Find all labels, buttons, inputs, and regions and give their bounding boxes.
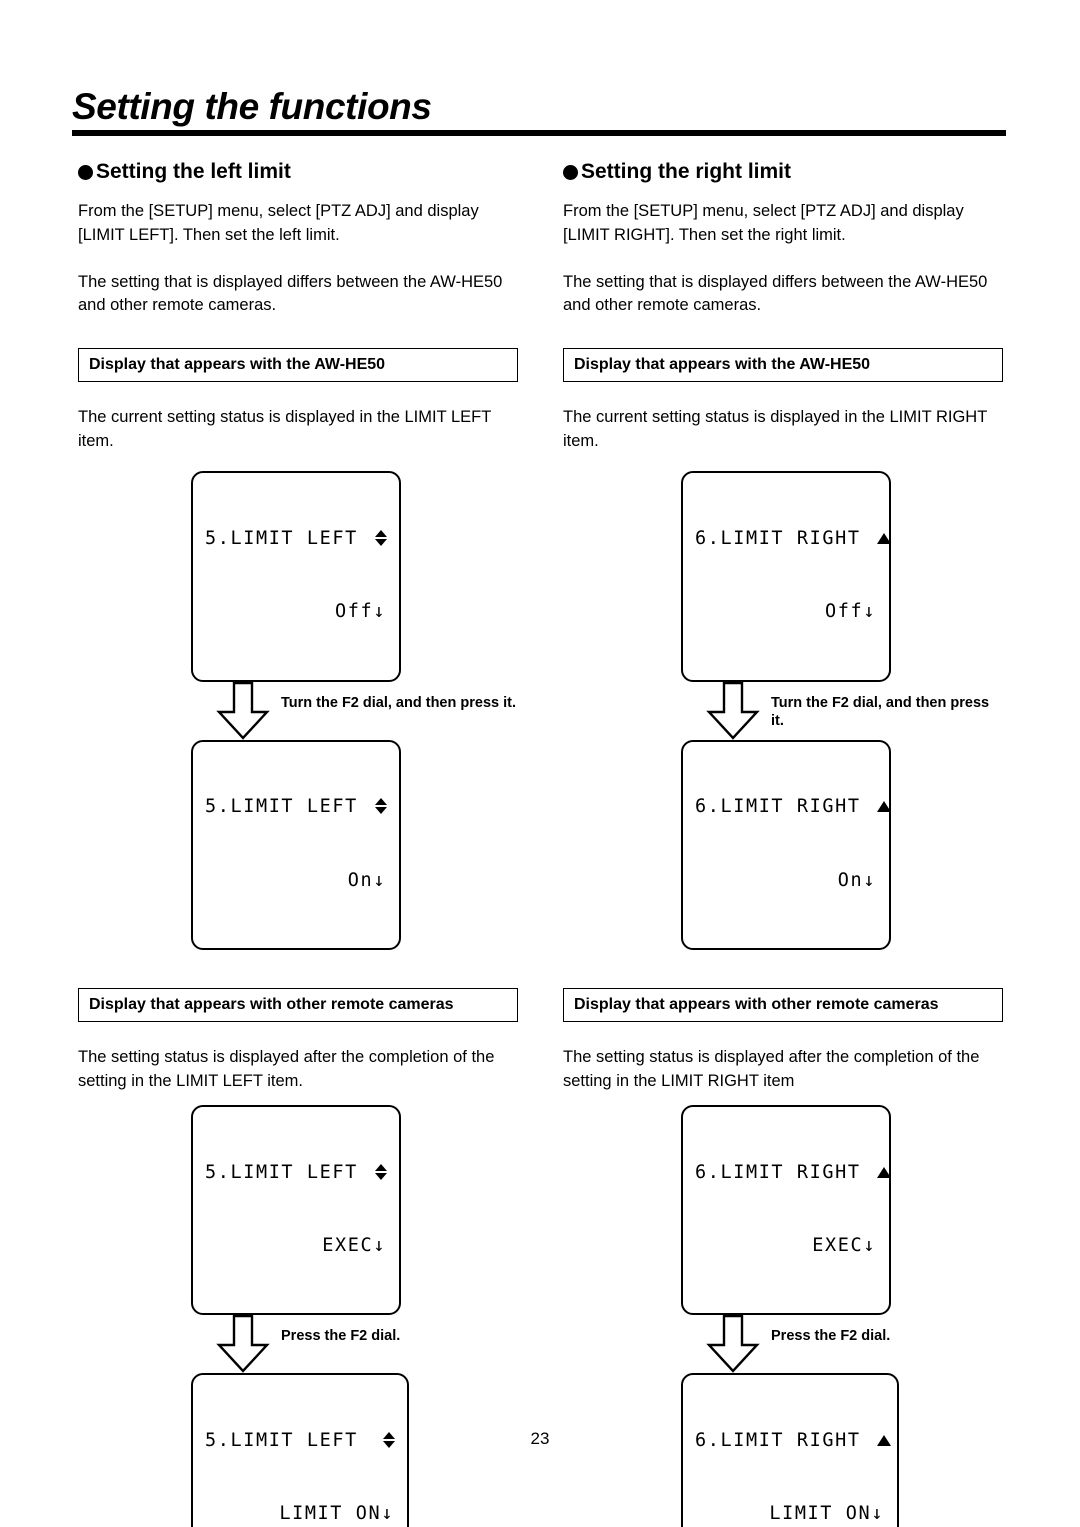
down-arrow-icon [706, 1315, 760, 1374]
page-title: Setting the functions [72, 86, 432, 127]
left-intro-paragraph: From the [SETUP] menu, select [PTZ ADJ] … [78, 202, 479, 244]
bullet-dot-icon [563, 165, 578, 180]
up-down-triangle-icon [359, 797, 387, 818]
lcd-label: 5.LIMIT LEFT [205, 1162, 358, 1184]
section-heading-left-limit-label: Setting the left limit [96, 160, 291, 183]
left-he50-box-heading: Display that appears with the AW-HE50 [78, 347, 518, 383]
left-he50-description: The current setting status is displayed … [78, 408, 491, 450]
lcd-value: LIMIT ON↓ [279, 1503, 394, 1525]
up-triangle-icon [861, 532, 891, 547]
left-column: Setting the left limit From the [SETUP] … [78, 160, 520, 1527]
left-other-box-heading: Display that appears with other remote c… [78, 987, 518, 1023]
lcd-label: 5.LIMIT LEFT [205, 796, 358, 818]
right-he50-lcd-group: 6.LIMIT RIGHT Off↓ Turn the F2 dial, and… [681, 471, 1005, 950]
section-heading-right-limit-label: Setting the right limit [581, 160, 791, 183]
up-triangle-icon [861, 1166, 891, 1181]
left-other-transition: Press the F2 dial. [191, 1315, 520, 1374]
manual-page: Setting the functions Setting the left l… [0, 0, 1080, 1527]
left-he50-transition: Turn the F2 dial, and then press it. [191, 681, 520, 740]
page-number: 23 [530, 1429, 550, 1448]
left-he50-lcd-group: 5.LIMIT LEFT Off↓ Turn the F2 dial, and … [191, 471, 520, 950]
lcd-panel-limit-right-exec: 6.LIMIT RIGHT EXEC↓ [681, 1105, 891, 1316]
down-arrow-icon [216, 681, 270, 740]
right-he50-transition-note: Turn the F2 dial, and then press it. [771, 694, 990, 730]
section-heading-right-limit: Setting the right limit [563, 160, 1005, 184]
lcd-panel-limit-left-on: 5.LIMIT LEFT On↓ [191, 739, 401, 950]
right-other-transition: Press the F2 dial. [681, 1315, 1005, 1374]
left-other-description: The setting status is displayed after th… [78, 1048, 495, 1090]
right-he50-box-heading: Display that appears with the AW-HE50 [563, 347, 1003, 383]
lcd-label: 5.LIMIT LEFT [205, 528, 358, 550]
lcd-label: 6.LIMIT RIGHT [695, 1162, 861, 1184]
right-he50-description: The current setting status is displayed … [563, 408, 987, 450]
right-other-transition-note: Press the F2 dial. [771, 1328, 891, 1345]
lcd-value: On↓ [347, 869, 386, 891]
lcd-value: Off↓ [825, 601, 876, 623]
right-he50-transition: Turn the F2 dial, and then press it. [681, 681, 1005, 740]
right-intro-paragraph: From the [SETUP] menu, select [PTZ ADJ] … [563, 202, 964, 244]
up-down-triangle-icon [359, 1163, 387, 1184]
lcd-value: On↓ [837, 869, 876, 891]
up-triangle-icon [861, 800, 891, 815]
down-arrow-icon [216, 1315, 270, 1374]
lcd-panel-limit-right-off: 6.LIMIT RIGHT Off↓ [681, 471, 891, 682]
up-down-triangle-icon [359, 529, 387, 550]
lcd-value: LIMIT ON↓ [769, 1503, 884, 1525]
right-differs-paragraph: The setting that is displayed differs be… [563, 272, 988, 315]
lcd-label: 6.LIMIT RIGHT [695, 796, 861, 818]
right-other-description: The setting status is displayed after th… [563, 1048, 980, 1090]
down-arrow-icon [706, 681, 760, 740]
title-rule-divider [72, 130, 1006, 136]
lcd-value: EXEC↓ [322, 1235, 386, 1257]
left-other-lcd-group: 5.LIMIT LEFT EXEC↓ Press the F2 dial. 5.… [191, 1105, 520, 1527]
section-heading-left-limit: Setting the left limit [78, 160, 520, 184]
lcd-label: 6.LIMIT RIGHT [695, 528, 861, 550]
lcd-panel-limit-left-exec: 5.LIMIT LEFT EXEC↓ [191, 1105, 401, 1316]
left-differs-paragraph: The setting that is displayed differs be… [78, 272, 503, 315]
left-he50-transition-note: Turn the F2 dial, and then press it. [281, 694, 516, 711]
lcd-value: Off↓ [335, 601, 386, 623]
lcd-value: EXEC↓ [812, 1235, 876, 1257]
right-column: Setting the right limit From the [SETUP]… [563, 160, 1005, 1527]
lcd-panel-limit-right-limit-on: 6.LIMIT RIGHT LIMIT ON↓ [681, 1373, 899, 1527]
left-other-transition-note: Press the F2 dial. [281, 1328, 401, 1345]
right-other-lcd-group: 6.LIMIT RIGHT EXEC↓ Press the F2 dial. 6… [681, 1105, 1005, 1527]
lcd-panel-limit-right-on: 6.LIMIT RIGHT On↓ [681, 739, 891, 950]
lcd-panel-limit-left-limit-on: 5.LIMIT LEFT LIMIT ON↓ [191, 1373, 409, 1527]
bullet-dot-icon [78, 165, 93, 180]
right-other-box-heading: Display that appears with other remote c… [563, 987, 1003, 1023]
lcd-panel-limit-left-off: 5.LIMIT LEFT Off↓ [191, 471, 401, 682]
